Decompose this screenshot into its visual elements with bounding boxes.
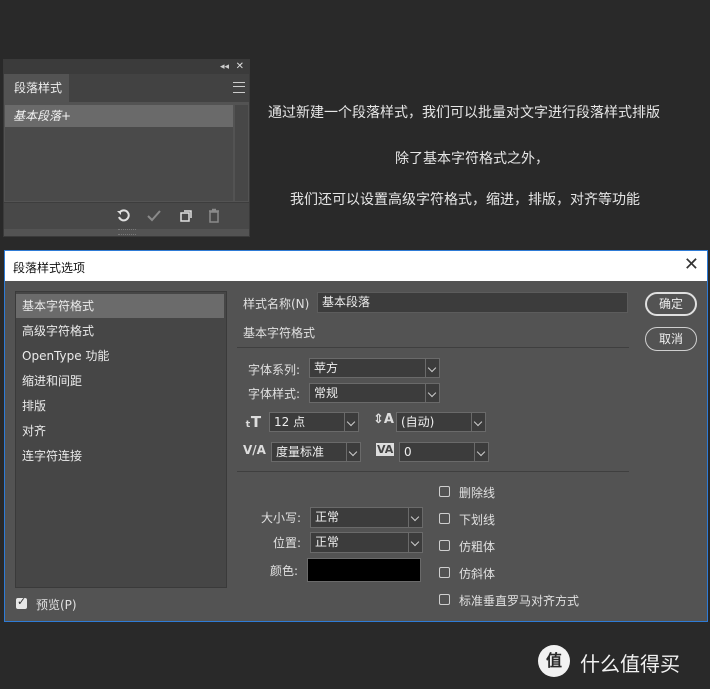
category-list: 基本字符格式 高级字符格式 OpenType 功能 缩进和间距 排版 对齐 连字… [15,291,227,588]
strikethrough-checkbox[interactable] [439,486,450,497]
leading-icon: ⇕A [373,412,394,427]
case-label: 大小写: [261,511,302,525]
chevron-down-icon [344,413,358,431]
watermark-logo-icon: 值 [538,645,570,677]
style-name-input[interactable]: 基本段落 [317,292,628,313]
category-hyphenation[interactable]: 连字符连接 [16,444,224,468]
close-icon[interactable]: ✕ [684,255,699,275]
dialog-title: 段落样式选项 [13,261,86,275]
position-dropdown[interactable]: 正常 [310,532,423,553]
chevron-down-icon [471,413,485,431]
font-style-value: 常规 [314,386,339,400]
leading-value: (自动) [401,415,435,429]
redefine-style-icon[interactable] [146,208,162,228]
panel-menu-icon[interactable] [233,82,245,93]
case-dropdown[interactable]: 正常 [310,507,423,528]
font-family-dropdown[interactable]: 苹方 [309,358,440,378]
category-opentype-features[interactable]: OpenType 功能 [16,344,224,368]
collapse-panel-icon[interactable]: ◂◂ [220,60,229,74]
category-basic-character-formats[interactable]: 基本字符格式 [16,294,224,318]
category-justification[interactable]: 对齐 [16,419,224,443]
panel-bottom-bar [4,202,249,229]
delete-icon[interactable] [206,208,222,228]
leading-dropdown[interactable]: (自动) [396,412,486,432]
color-swatch[interactable] [307,558,421,582]
case-value: 正常 [315,510,340,524]
paragraph-styles-panel: ◂◂ ✕ 段落样式 基本段落+ [3,59,250,237]
font-family-label: 字体系列: [248,363,301,377]
panel-resize-grip[interactable] [118,229,136,235]
paragraph-style-options-dialog: 段落样式选项 ✕ 基本字符格式 高级字符格式 OpenType 功能 缩进和间距… [4,250,708,622]
font-style-dropdown[interactable]: 常规 [309,383,440,403]
panel-tab-row: 段落样式 [4,74,249,102]
clear-overrides-icon[interactable] [116,208,132,228]
tracking-value: 0 [404,445,412,459]
position-label: 位置: [273,536,302,550]
section-divider [237,471,629,472]
description-line-3: 我们还可以设置高级字符格式，缩进，排版，对齐等功能 [290,192,640,208]
close-panel-icon[interactable]: ✕ [236,60,244,74]
kerning-icon: V/A [243,443,266,457]
style-list: 基本段落+ [5,105,233,201]
chevron-down-icon [425,359,439,377]
description-line-2: 除了基本字符格式之外， [395,151,549,167]
font-style-label: 字体样式: [248,387,301,401]
cancel-button[interactable]: 取消 [645,327,697,351]
kerning-dropdown[interactable]: 度量标准 [271,442,361,462]
chevron-down-icon [408,533,422,552]
tracking-icon: VA [376,443,395,456]
tracking-dropdown[interactable]: 0 [399,442,489,462]
vertical-roman-alignment-label: 标准垂直罗马对齐方式 [459,594,580,608]
section-title: 基本字符格式 [243,326,316,340]
preview-label: 预览(P) [36,598,77,612]
new-style-icon[interactable] [178,208,194,228]
style-item-basic-paragraph[interactable]: 基本段落+ [5,105,233,127]
watermark-text: 什么值得买 [580,652,680,676]
font-family-value: 苹方 [314,361,339,375]
font-size-dropdown[interactable]: 12 点 [269,412,359,432]
strikethrough-label: 删除线 [459,486,496,500]
chevron-down-icon [425,384,439,402]
category-indents-and-spacing[interactable]: 缩进和间距 [16,369,224,393]
ok-button[interactable]: 确定 [645,292,697,316]
dialog-titlebar: 段落样式选项 ✕ [5,251,707,281]
faux-bold-checkbox[interactable] [439,540,450,551]
underline-checkbox[interactable] [439,513,450,524]
position-value: 正常 [315,535,340,549]
chevron-down-icon [408,508,422,527]
style-list-scrollbar[interactable] [235,105,248,201]
description-line-1: 通过新建一个段落样式，我们可以批量对文字进行段落样式排版 [268,105,660,121]
style-name-label: 样式名称(N) [243,297,310,311]
chevron-down-icon [474,443,488,461]
panel-topbar: ◂◂ ✕ [4,60,249,74]
tab-paragraph-styles[interactable]: 段落样式 [4,74,69,102]
kerning-value: 度量标准 [276,445,325,459]
faux-italic-checkbox[interactable] [439,567,450,578]
category-composition[interactable]: 排版 [16,394,224,418]
font-size-icon: ₜT [245,413,262,431]
color-label: 颜色: [270,564,299,578]
faux-italic-label: 仿斜体 [459,567,496,581]
section-divider [237,347,629,348]
font-size-value: 12 点 [274,415,306,429]
category-advanced-character-formats[interactable]: 高级字符格式 [16,319,224,343]
underline-label: 下划线 [459,513,496,527]
vertical-roman-alignment-checkbox[interactable] [439,594,450,605]
faux-bold-label: 仿粗体 [459,540,496,554]
preview-checkbox[interactable] [16,595,27,609]
chevron-down-icon [346,443,360,461]
